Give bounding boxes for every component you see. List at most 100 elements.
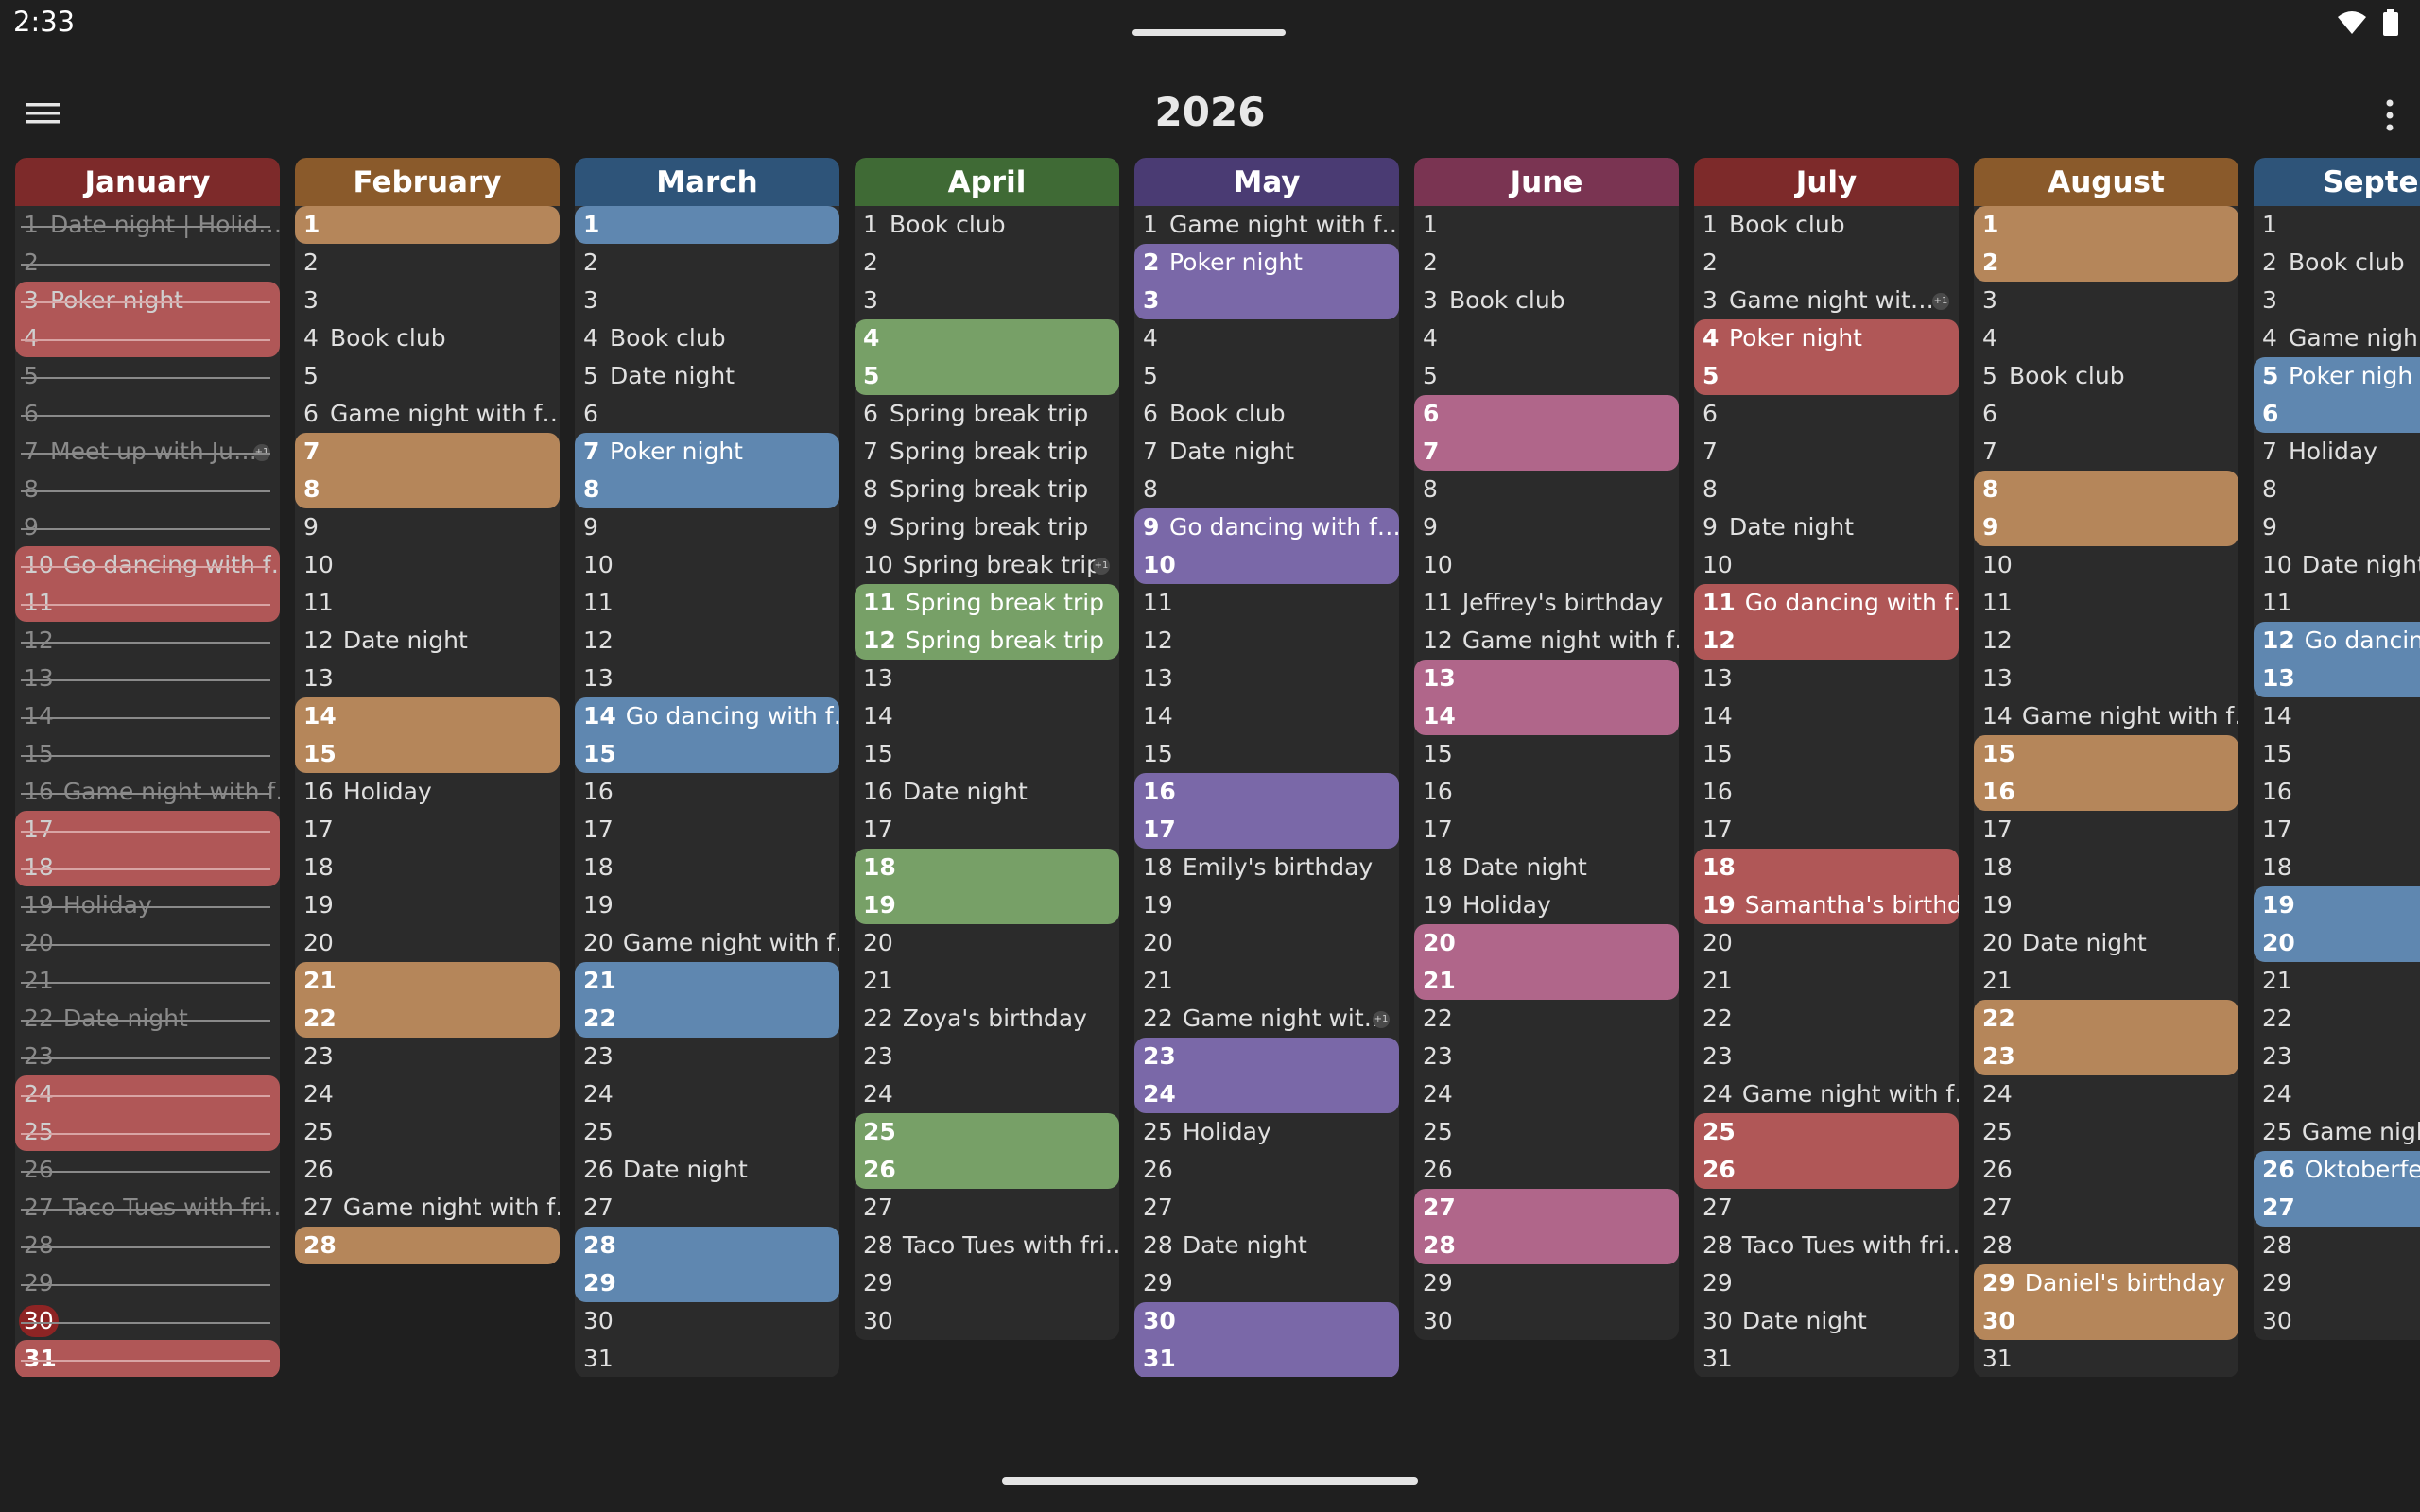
day-cell[interactable]: 9 xyxy=(2254,508,2420,546)
day-cell[interactable]: 25 xyxy=(575,1113,839,1151)
day-cell[interactable]: 22 xyxy=(575,1000,839,1038)
day-cell[interactable]: 19 xyxy=(2254,886,2420,924)
day-cell[interactable]: 12 Game night with f… xyxy=(1414,622,1679,660)
day-cell[interactable]: 31 xyxy=(1694,1340,1959,1377)
day-cell[interactable]: 19 xyxy=(855,886,1119,924)
day-cell[interactable]: 15 xyxy=(1414,735,1679,773)
day-cell[interactable]: 8 xyxy=(2254,471,2420,508)
day-cell[interactable]: 28 xyxy=(1414,1227,1679,1264)
day-cell[interactable]: 31 xyxy=(1974,1340,2238,1377)
day-cell[interactable]: 29 xyxy=(1134,1264,1399,1302)
day-cell[interactable]: 18 xyxy=(2254,849,2420,886)
day-cell[interactable]: 17 xyxy=(855,811,1119,849)
day-cell[interactable]: 26 xyxy=(1694,1151,1959,1189)
day-cell[interactable]: 23 xyxy=(1974,1038,2238,1075)
day-cell[interactable]: 9 xyxy=(295,508,560,546)
day-cell[interactable]: 5 Poker nigh xyxy=(2254,357,2420,395)
day-cell[interactable]: 22 Game night wit… +1 xyxy=(1134,1000,1399,1038)
day-cell[interactable]: 7 xyxy=(1694,433,1959,471)
month-may[interactable]: May 1 Game night with f… 2 Poker night 3 4 5 6 Bo… xyxy=(1134,158,1399,1377)
day-cell[interactable]: 13 xyxy=(1414,660,1679,697)
day-cell[interactable]: 5 xyxy=(295,357,560,395)
day-cell[interactable]: 13 xyxy=(855,660,1119,697)
day-cell[interactable]: 8 xyxy=(1414,471,1679,508)
day-cell[interactable]: 15 xyxy=(15,735,280,773)
day-cell[interactable]: 23 xyxy=(1414,1038,1679,1075)
day-cell[interactable]: 29 xyxy=(1694,1264,1959,1302)
day-cell[interactable]: 20 xyxy=(855,924,1119,962)
day-cell[interactable]: 6 xyxy=(15,395,280,433)
day-cell[interactable]: 22 Date night xyxy=(15,1000,280,1038)
day-cell[interactable]: 18 xyxy=(855,849,1119,886)
day-cell[interactable]: 30 xyxy=(1974,1302,2238,1340)
day-cell[interactable]: 20 Game night with f… xyxy=(575,924,839,962)
day-cell[interactable]: 2 xyxy=(1974,244,2238,282)
day-cell[interactable]: 21 xyxy=(295,962,560,1000)
day-cell[interactable]: 24 xyxy=(1414,1075,1679,1113)
day-cell[interactable]: 8 xyxy=(1134,471,1399,508)
day-cell[interactable]: 8 xyxy=(575,471,839,508)
day-cell[interactable]: 23 xyxy=(575,1038,839,1075)
drag-handle[interactable] xyxy=(1132,29,1286,36)
day-cell[interactable]: 18 xyxy=(15,849,280,886)
day-cell[interactable]: 28 xyxy=(1974,1227,2238,1264)
day-cell[interactable]: 27 xyxy=(855,1189,1119,1227)
day-cell[interactable]: 27 xyxy=(1974,1189,2238,1227)
day-cell[interactable]: 8 xyxy=(1974,471,2238,508)
day-cell[interactable]: 27 xyxy=(575,1189,839,1227)
day-cell[interactable]: 14 xyxy=(15,697,280,735)
day-cell[interactable]: 16 xyxy=(1414,773,1679,811)
day-cell[interactable]: 10 xyxy=(1974,546,2238,584)
day-cell[interactable]: 1 Date night | Holid… xyxy=(15,206,280,244)
day-cell[interactable]: 5 Book club xyxy=(1974,357,2238,395)
day-cell[interactable]: 25 Game nigh xyxy=(2254,1113,2420,1151)
day-cell[interactable]: 22 xyxy=(1974,1000,2238,1038)
day-cell[interactable]: 7 xyxy=(1974,433,2238,471)
day-cell[interactable]: 10 xyxy=(295,546,560,584)
day-cell[interactable]: 7 Poker night xyxy=(575,433,839,471)
day-cell[interactable]: 17 xyxy=(1414,811,1679,849)
day-cell[interactable]: 28 xyxy=(295,1227,560,1264)
day-cell[interactable]: 10 xyxy=(1134,546,1399,584)
day-cell[interactable]: 6 Game night with f… xyxy=(295,395,560,433)
day-cell[interactable]: 8 xyxy=(15,471,280,508)
day-cell[interactable]: 16 xyxy=(2254,773,2420,811)
day-cell[interactable]: 9 Go dancing with f… xyxy=(1134,508,1399,546)
day-cell[interactable]: 13 xyxy=(1694,660,1959,697)
day-cell[interactable]: 3 Book club xyxy=(1414,282,1679,319)
day-cell[interactable]: 9 xyxy=(1974,508,2238,546)
day-cell[interactable]: 4 Book club xyxy=(295,319,560,357)
day-cell[interactable]: 15 xyxy=(1974,735,2238,773)
day-cell[interactable]: 2 Poker night xyxy=(1134,244,1399,282)
day-cell[interactable]: 19 xyxy=(295,886,560,924)
day-cell[interactable]: 28 xyxy=(575,1227,839,1264)
day-cell[interactable]: 30 xyxy=(1414,1302,1679,1340)
day-cell[interactable]: 5 xyxy=(1694,357,1959,395)
day-cell[interactable]: 4 Game nigh xyxy=(2254,319,2420,357)
day-cell[interactable]: 2 xyxy=(295,244,560,282)
day-cell[interactable]: 23 xyxy=(15,1038,280,1075)
day-cell[interactable]: 27 Taco Tues with fri… xyxy=(15,1189,280,1227)
day-cell[interactable]: 26 xyxy=(1974,1151,2238,1189)
day-cell[interactable]: 15 xyxy=(1134,735,1399,773)
day-cell[interactable]: 12 Spring break trip xyxy=(855,622,1119,660)
day-cell[interactable]: 16 Date night xyxy=(855,773,1119,811)
day-cell[interactable]: 11 Go dancing with f… xyxy=(1694,584,1959,622)
day-cell[interactable]: 9 Spring break trip xyxy=(855,508,1119,546)
day-cell[interactable]: 25 xyxy=(855,1113,1119,1151)
day-cell[interactable]: 19 xyxy=(1974,886,2238,924)
day-cell[interactable]: 3 Game night wit… +1 xyxy=(1694,282,1959,319)
day-cell[interactable]: 14 xyxy=(855,697,1119,735)
day-cell[interactable]: 26 xyxy=(855,1151,1119,1189)
day-cell[interactable]: 4 Poker night xyxy=(1694,319,1959,357)
day-cell[interactable]: 13 xyxy=(575,660,839,697)
day-cell[interactable]: 15 xyxy=(2254,735,2420,773)
day-cell[interactable]: 13 xyxy=(2254,660,2420,697)
day-cell[interactable]: 24 xyxy=(855,1075,1119,1113)
day-cell[interactable]: 6 xyxy=(2254,395,2420,433)
day-cell[interactable]: 29 xyxy=(575,1264,839,1302)
day-cell[interactable]: 20 xyxy=(15,924,280,962)
month-january[interactable]: January 1 Date night | Holid… 2 3 Poker night… xyxy=(15,158,280,1377)
day-cell[interactable]: 7 Spring break trip xyxy=(855,433,1119,471)
day-cell[interactable]: 29 xyxy=(2254,1264,2420,1302)
